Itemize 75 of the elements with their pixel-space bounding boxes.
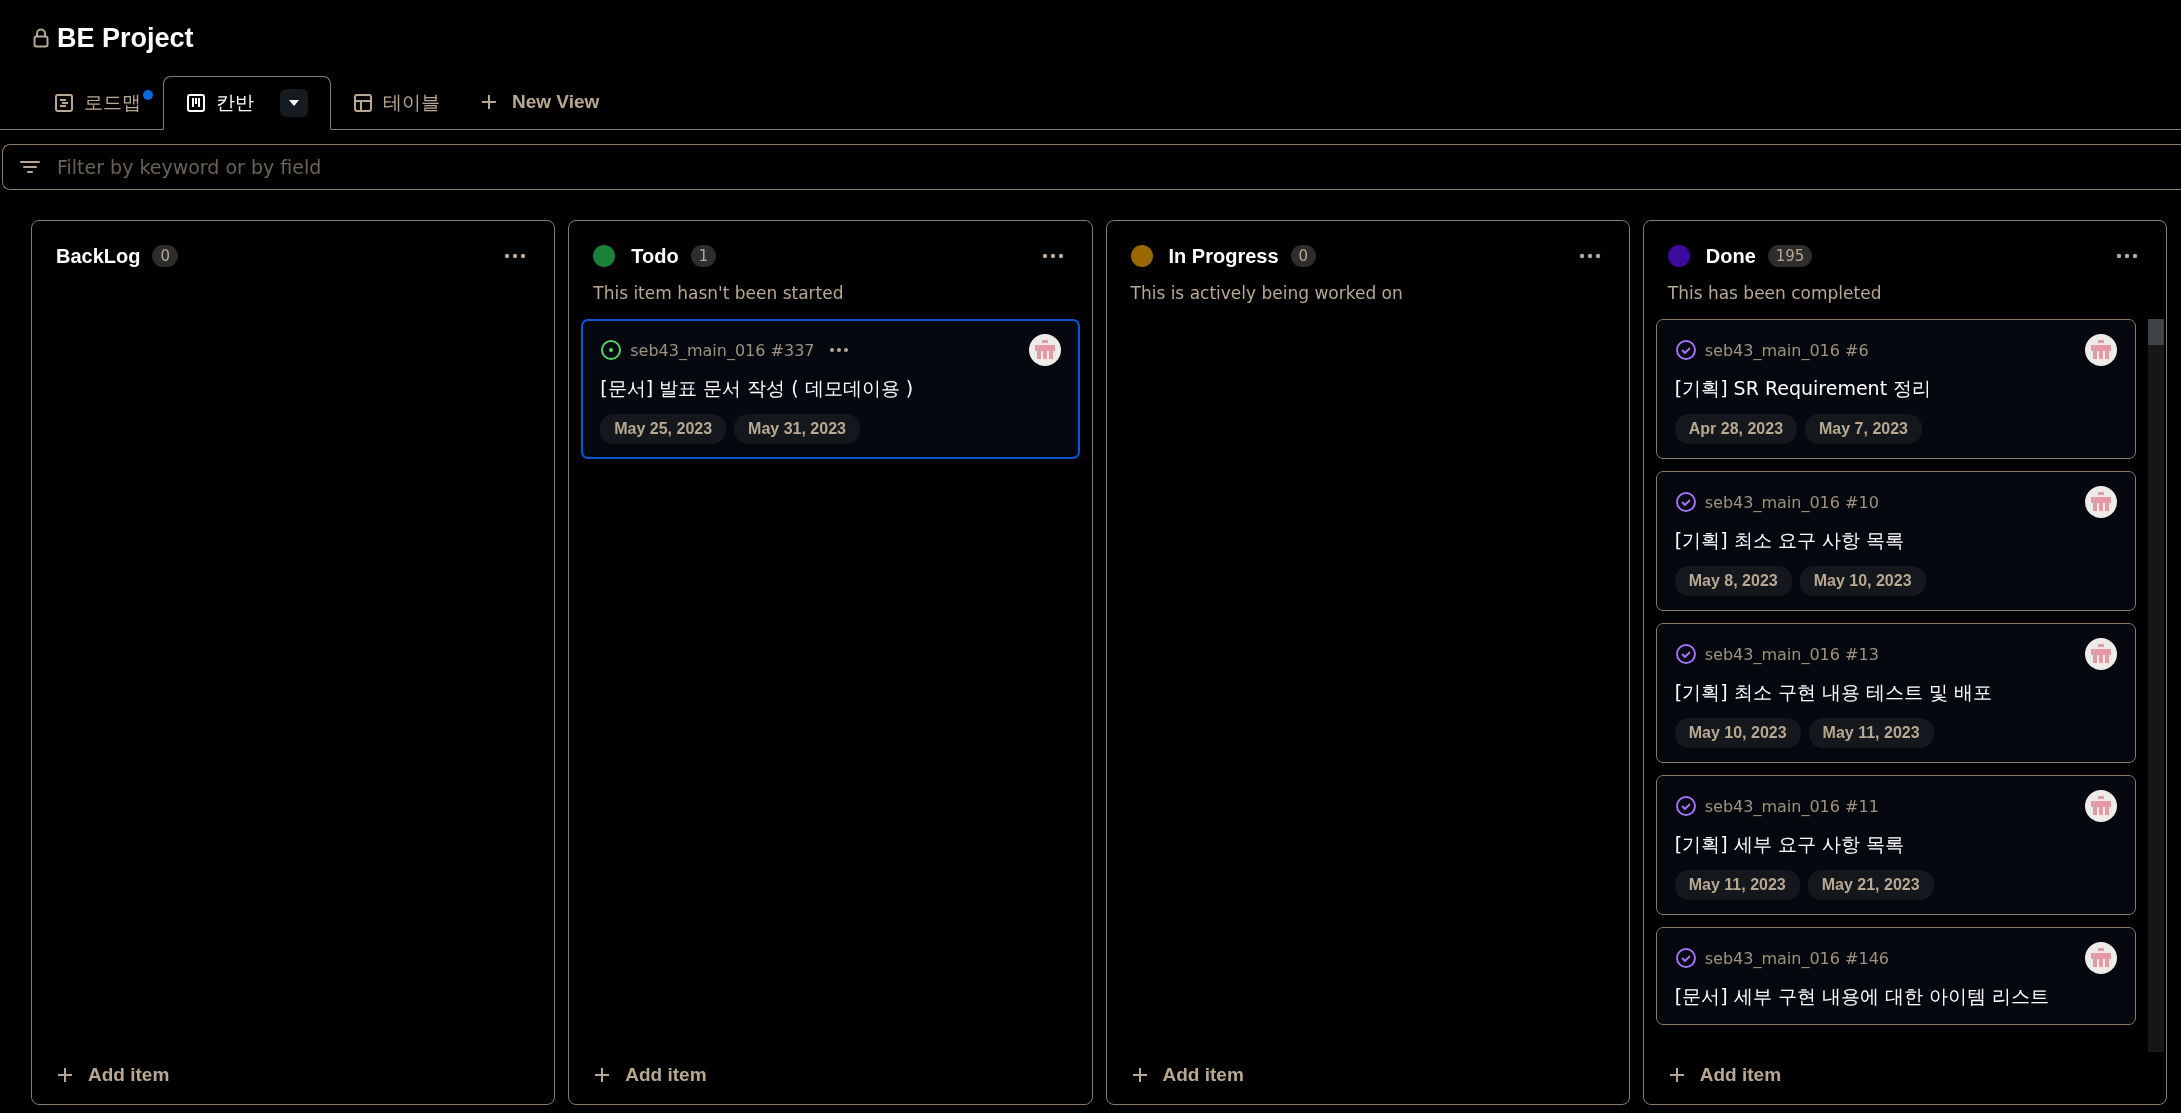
- card-title[interactable]: [문서] 세부 구현 내용에 대한 아이템 리스트: [1674, 984, 2117, 1010]
- filter-icon: [20, 159, 40, 175]
- column-description: This item hasn't been started: [592, 282, 845, 303]
- add-item-button[interactable]: Add item: [1643, 1052, 1806, 1104]
- card-title[interactable]: [기획] SR Requirement 정리: [1674, 376, 2117, 402]
- scrollbar[interactable]: [2148, 319, 2164, 1052]
- ellipsis-icon: [1578, 253, 1601, 259]
- ellipsis-icon: [2116, 253, 2138, 259]
- issue-reference[interactable]: seb43_main_016 #10: [1704, 492, 1879, 512]
- card-title[interactable]: [기획] 세부 요구 사항 목록: [1674, 832, 2117, 858]
- issue-reference[interactable]: seb43_main_016 #11: [1704, 796, 1879, 816]
- issue-card[interactable]: seb43_main_016 #146 [문서] 세부 구현 내용에 대한 아이템 리스트: [1655, 927, 2136, 1025]
- board-icon: [186, 93, 206, 113]
- date-label: Apr 28, 2023: [1674, 414, 1798, 444]
- issue-reference[interactable]: seb43_main_016 #13: [1704, 644, 1879, 664]
- plus-icon: [593, 1066, 612, 1084]
- item-count: 1: [690, 245, 717, 267]
- issue-reference[interactable]: seb43_main_016 #6: [1704, 340, 1869, 360]
- column-description: This is actively being worked on: [1129, 282, 1404, 303]
- view-dropdown-button[interactable]: [280, 89, 308, 117]
- roadmap-icon: [54, 93, 74, 113]
- add-item-button[interactable]: Add item: [1106, 1052, 1268, 1104]
- date-label: May 11, 2023: [1674, 870, 1800, 900]
- avatar-icon: [2085, 334, 2117, 366]
- card-title[interactable]: [기획] 최소 요구 사항 목록: [1674, 528, 2117, 554]
- issue-reference[interactable]: seb43_main_016 #337: [630, 340, 815, 360]
- caret-icon: [288, 99, 300, 107]
- new-view-button[interactable]: New View: [462, 75, 618, 129]
- avatar-icon: [2085, 486, 2117, 518]
- plus-icon: [56, 1066, 74, 1084]
- item-count: 195: [1767, 245, 1813, 267]
- project-title: BE Project: [57, 22, 194, 54]
- date-label: May 25, 2023: [600, 414, 727, 444]
- column-title: Todo: [631, 244, 679, 268]
- plus-icon: [1667, 1066, 1686, 1084]
- item-count: 0: [1290, 245, 1317, 267]
- add-item-button[interactable]: Add item: [32, 1052, 194, 1104]
- issue-card[interactable]: seb43_main_016 #11 [기획] 세부 요구 사항 목록 May 11, 2023 May 21, 2023: [1655, 775, 2136, 915]
- issue-card[interactable]: seb43_main_016 #10 [기획] 최소 요구 사항 목록 May 8, 2023 May 10, 2023: [1655, 471, 2136, 611]
- column-title: BackLog: [56, 244, 141, 268]
- avatar-icon: [2085, 790, 2117, 822]
- tab-label: 테이블: [383, 90, 440, 115]
- card-title[interactable]: [문서] 발표 문서 작성 ( 데모데이용 ): [600, 376, 1061, 402]
- issue-card[interactable]: seb43_main_016 #6 [기획] SR Requirement 정리 Apr 28, 2023 May 7, 2023: [1655, 319, 2136, 459]
- date-label: May 7, 2023: [1805, 414, 1922, 444]
- view-tab[interactable]: 칸반: [163, 76, 331, 130]
- avatar-icon: [2085, 638, 2117, 670]
- column-title: Done: [1705, 244, 1756, 268]
- date-label: May 21, 2023: [1807, 870, 1934, 900]
- date-label: May 8, 2023: [1674, 566, 1792, 596]
- avatar-icon: [2085, 942, 2117, 974]
- card-title[interactable]: [기획] 최소 구현 내용 테스트 및 배포: [1674, 680, 2117, 706]
- tab-label: 칸반: [216, 90, 254, 115]
- column-description: This has been completed: [1666, 282, 1883, 303]
- ellipsis-icon: [504, 253, 527, 259]
- issue-card[interactable]: seb43_main_016 #337 [문서] 발표 문서 작성 ( 데모데이용 ) May 25, 2023 May 31, 2023: [581, 319, 1080, 459]
- table-icon: [353, 93, 373, 113]
- tab-label: 로드맵: [84, 90, 141, 115]
- view-tab[interactable]: 로드맵: [32, 76, 163, 130]
- ellipsis-icon: [828, 347, 849, 353]
- plus-icon: [1130, 1066, 1149, 1084]
- issue-card[interactable]: seb43_main_016 #13 [기획] 최소 구현 내용 테스트 및 배포 May 10, 2023 May 11, 2023: [1655, 623, 2136, 763]
- date-label: May 11, 2023: [1808, 718, 1934, 748]
- ellipsis-icon: [1041, 253, 1064, 259]
- date-label: May 31, 2023: [734, 414, 860, 444]
- add-item-button[interactable]: Add item: [569, 1052, 731, 1104]
- date-label: May 10, 2023: [1799, 566, 1926, 596]
- filter-field[interactable]: Filter by keyword or by field: [2, 144, 2181, 190]
- column-title: In Progress: [1168, 244, 1279, 268]
- issue-reference[interactable]: seb43_main_016 #146: [1704, 948, 1889, 968]
- plus-icon: [480, 93, 498, 111]
- item-count: 0: [152, 245, 178, 267]
- date-label: May 10, 2023: [1674, 718, 1801, 748]
- view-tab[interactable]: 테이블: [331, 76, 462, 130]
- avatar-icon: [1028, 334, 1061, 366]
